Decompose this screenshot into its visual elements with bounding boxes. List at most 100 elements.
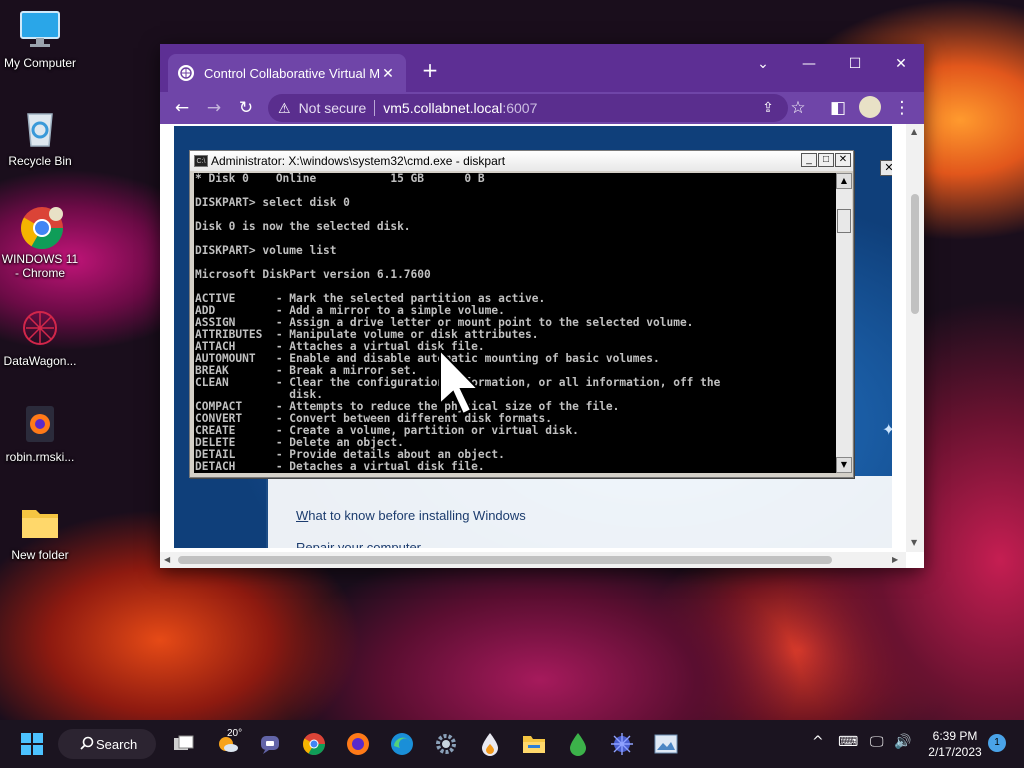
datawagon-icon — [18, 306, 62, 350]
droplet-app-icon[interactable] — [478, 732, 502, 756]
desktop-icon-windows11-chrome[interactable]: WINDOWS 11 - Chrome — [0, 204, 80, 280]
chrome-icon — [18, 204, 64, 250]
chrome-taskbar-icon[interactable] — [302, 732, 326, 756]
desktop-icon-recycle-bin[interactable]: Recycle Bin — [0, 106, 80, 168]
desktop-icon-my-computer[interactable]: My Computer — [0, 8, 80, 70]
network-app-icon[interactable] — [610, 732, 634, 756]
volume-icon[interactable]: 🔊 — [894, 734, 911, 750]
notification-badge[interactable]: 1 — [988, 734, 1006, 752]
taskbar-search[interactable]: Search — [58, 729, 156, 759]
clock-time: 6:39 PM — [932, 729, 978, 743]
photo-app-icon[interactable] — [654, 732, 678, 756]
clock[interactable]: 6:39 PM 2/17/2023 — [924, 728, 986, 760]
desktop-icon-new-folder[interactable]: New folder — [0, 500, 80, 562]
scroll-up-icon[interactable]: ▲ — [911, 127, 917, 136]
console-output: * Disk 0 Online 15 GB 0 B DISKPART> sele… — [194, 173, 836, 473]
share-icon[interactable]: ⇪ — [754, 94, 782, 122]
sparkle-icon: ✦ — [882, 420, 892, 439]
scroll-left-icon[interactable]: ◀ — [164, 555, 170, 564]
side-panel-icon[interactable]: ◧ — [824, 94, 852, 122]
teams-chat-icon[interactable] — [258, 732, 282, 756]
console-line: DETACH - Detaches a virtual disk file. — [195, 460, 485, 473]
tab-title: Control Collaborative Virtual Mac — [204, 65, 380, 81]
folder-icon — [18, 500, 62, 544]
green-drop-app-icon[interactable] — [566, 732, 590, 756]
scroll-thumb[interactable] — [178, 556, 832, 564]
warning-icon[interactable]: ⚠ — [278, 100, 291, 117]
maximize-button[interactable]: ☐ — [832, 50, 878, 78]
console-line: DISKPART> volume list — [195, 244, 337, 257]
what-to-know-link[interactable]: What to know before installing Windows — [296, 508, 526, 523]
tray-overflow-icon[interactable]: ^ — [812, 734, 824, 750]
close-window-button[interactable]: ✕ — [878, 50, 924, 78]
recycle-bin-icon — [18, 106, 62, 150]
profile-avatar[interactable] — [859, 96, 881, 118]
task-view-icon[interactable] — [172, 732, 196, 756]
tab-strip: Control Collaborative Virtual Mac ✕ + ⌄ … — [160, 44, 924, 92]
windows-logo-icon — [21, 733, 43, 755]
desktop-icon-label: Recycle Bin — [8, 154, 72, 168]
bookmark-star-icon[interactable]: ☆ — [784, 94, 812, 122]
forward-button[interactable]: → — [200, 94, 228, 122]
settings-gear-icon[interactable] — [434, 732, 458, 756]
edge-taskbar-icon[interactable] — [390, 732, 414, 756]
weather-temperature: 20° — [227, 728, 243, 739]
cmd-maximize-button[interactable]: □ — [818, 153, 834, 167]
desktop-icon-label: robin.rmski... — [5, 450, 75, 464]
desktop-icon-label: WINDOWS 11 - Chrome — [1, 252, 79, 280]
cmd-scrollbar[interactable]: ▲ ▼ — [836, 173, 852, 473]
page-vertical-scrollbar[interactable]: ▲ ▼ — [906, 124, 924, 552]
browser-menu-icon[interactable]: ⋮ — [888, 94, 916, 122]
desktop-icon-label: My Computer — [3, 56, 77, 70]
scroll-right-icon[interactable]: ▶ — [892, 555, 898, 564]
start-button[interactable] — [20, 732, 44, 756]
file-explorer-icon[interactable] — [522, 732, 546, 756]
not-secure-label: Not secure — [298, 100, 367, 116]
firefox-taskbar-icon[interactable] — [346, 732, 370, 756]
taskbar: Search 20° ^ ⌨ 🖵 🔊 6:39 PM 2/17/2023 1 — [0, 720, 1024, 768]
cmd-scroll-thumb[interactable] — [837, 209, 851, 233]
address-divider — [374, 100, 376, 116]
cmd-close-button[interactable]: ✕ — [835, 153, 851, 167]
desktop-icon-firefox-profile[interactable]: robin.rmski... — [0, 402, 80, 464]
address-bar[interactable]: ⚠ Not secure vm5.collabnet.local:6007 — [268, 94, 788, 122]
cmd-scroll-up-icon[interactable]: ▲ — [836, 173, 852, 189]
console-line: DISKPART> select disk 0 — [195, 196, 350, 209]
repair-computer-link[interactable]: Repair your computer — [296, 540, 421, 548]
globe-icon — [178, 65, 194, 81]
link-text: hat to know before installing Windows — [308, 508, 526, 523]
setup-close-button[interactable]: ✕ — [880, 160, 892, 176]
cmd-scroll-down-icon[interactable]: ▼ — [836, 457, 852, 473]
cmd-console[interactable]: * Disk 0 Online 15 GB 0 B DISKPART> sele… — [194, 173, 836, 473]
cmd-minimize-button[interactable]: _ — [801, 153, 817, 167]
console-line: Disk 0 is now the selected disk. — [195, 220, 411, 233]
tab-control-vm[interactable]: Control Collaborative Virtual Mac ✕ — [168, 54, 406, 92]
console-line: Microsoft DiskPart version 6.1.7600 — [195, 268, 431, 281]
monitor-icon — [18, 8, 62, 52]
scroll-thumb[interactable] — [911, 194, 919, 314]
minimize-button[interactable]: — — [786, 50, 832, 78]
link-text: epair your computer — [305, 540, 422, 548]
tab-close-icon[interactable]: ✕ — [380, 65, 396, 82]
tab-search-button[interactable]: ⌄ — [740, 50, 786, 78]
browser-toolbar: ← → ↻ ⚠ Not secure vm5.collabnet.local:6… — [160, 92, 924, 124]
scroll-down-icon[interactable]: ▼ — [911, 538, 917, 547]
cmd-window[interactable]: C:\ Administrator: X:\windows\system32\c… — [189, 150, 854, 478]
clock-date: 2/17/2023 — [928, 745, 982, 759]
back-button[interactable]: ← — [168, 94, 196, 122]
desktop-icon-label: DataWagon... — [3, 354, 77, 368]
network-icon[interactable]: 🖵 — [870, 734, 884, 750]
cmd-title-bar[interactable]: C:\ Administrator: X:\windows\system32\c… — [190, 151, 853, 171]
search-icon — [80, 736, 94, 753]
cmd-title: Administrator: X:\windows\system32\cmd.e… — [211, 154, 506, 168]
keyboard-icon[interactable]: ⌨ — [838, 734, 858, 750]
search-label: Search — [96, 736, 138, 752]
url-host: vm5.collabnet.local — [383, 100, 503, 116]
link-accelerator: R — [296, 540, 306, 548]
reload-button[interactable]: ↻ — [232, 94, 260, 122]
cmd-icon: C:\ — [194, 155, 208, 167]
page-horizontal-scrollbar[interactable]: ◀ ▶ — [160, 552, 906, 568]
firefox-icon — [18, 402, 62, 446]
desktop-icon-datawagon[interactable]: DataWagon... — [0, 306, 80, 368]
new-tab-button[interactable]: + — [418, 58, 442, 82]
